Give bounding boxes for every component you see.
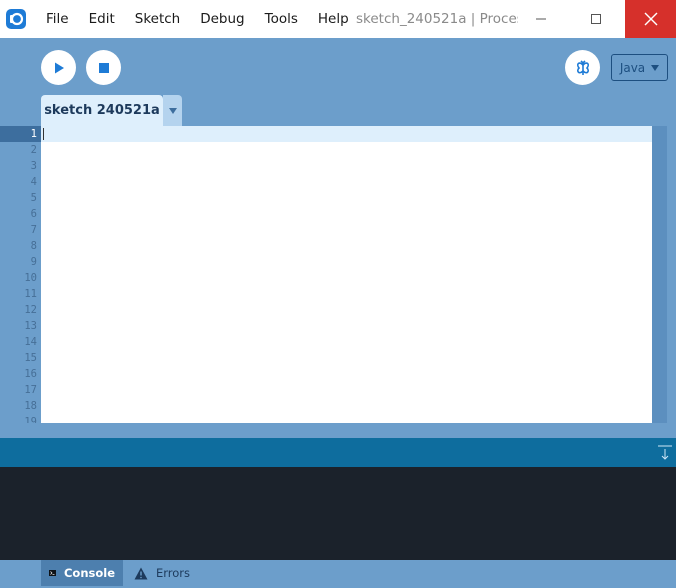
play-icon bbox=[54, 62, 64, 73]
menu-file[interactable]: File bbox=[36, 0, 79, 38]
toolbar: Java bbox=[0, 38, 676, 96]
title-bar: File Edit Sketch Debug Tools Help sketch_2405… bbox=[0, 0, 676, 38]
minimize-button[interactable] bbox=[518, 0, 564, 38]
line-number: 18 bbox=[24, 400, 37, 412]
editor-scrollbar[interactable] bbox=[652, 126, 667, 423]
line-number: 1 bbox=[0, 126, 41, 142]
menu-edit[interactable]: Edit bbox=[79, 0, 125, 38]
console-output[interactable] bbox=[0, 467, 676, 560]
line-number: 19 bbox=[24, 416, 37, 423]
current-line-highlight bbox=[41, 126, 652, 142]
line-number: 5 bbox=[30, 192, 37, 204]
butterfly-icon bbox=[576, 59, 589, 75]
line-number: 10 bbox=[24, 272, 37, 284]
status-bar bbox=[0, 438, 676, 467]
line-number: 15 bbox=[24, 352, 37, 364]
line-number: 17 bbox=[24, 384, 37, 396]
window-title: sketch_240521a | Processing bbox=[356, 11, 518, 27]
menu-bar: File Edit Sketch Debug Tools Help bbox=[36, 0, 359, 38]
menu-sketch[interactable]: Sketch bbox=[125, 0, 190, 38]
errors-tab[interactable]: Errors bbox=[126, 560, 198, 586]
console-tab[interactable]: Console bbox=[41, 560, 123, 586]
line-number: 13 bbox=[24, 320, 37, 332]
maximize-button[interactable] bbox=[573, 0, 619, 38]
line-number: 4 bbox=[30, 176, 37, 188]
arrow-down-icon bbox=[658, 445, 672, 460]
tab-sketch[interactable]: sketch 240521a bbox=[41, 95, 163, 126]
line-number-gutter: 1 2 3 4 5 6 7 8 9 10 11 12 13 14 15 16 17 18 19 bbox=[0, 126, 41, 423]
errors-tab-label: Errors bbox=[156, 566, 191, 580]
line-number: 8 bbox=[30, 240, 37, 252]
text-caret bbox=[43, 128, 44, 140]
close-icon bbox=[644, 12, 657, 26]
close-button[interactable] bbox=[625, 0, 676, 38]
chevron-down-icon bbox=[651, 64, 660, 71]
mode-select[interactable]: Java bbox=[611, 54, 668, 81]
line-number: 2 bbox=[30, 144, 37, 156]
debug-button[interactable] bbox=[565, 50, 600, 85]
tab-menu-button[interactable] bbox=[163, 95, 182, 126]
processing-logo-icon bbox=[6, 9, 26, 29]
menu-tools[interactable]: Tools bbox=[255, 0, 308, 38]
menu-debug[interactable]: Debug bbox=[190, 0, 254, 38]
run-button[interactable] bbox=[41, 50, 76, 85]
line-number: 16 bbox=[24, 368, 37, 380]
line-number: 3 bbox=[30, 160, 37, 172]
minimize-icon bbox=[536, 18, 546, 20]
line-number: 6 bbox=[30, 208, 37, 220]
stop-button[interactable] bbox=[86, 50, 121, 85]
line-number: 11 bbox=[24, 288, 37, 300]
console-scroll-lock-button[interactable] bbox=[656, 444, 674, 462]
footer-tabs: Console Errors bbox=[0, 560, 676, 588]
stop-icon bbox=[98, 62, 109, 73]
chevron-down-icon bbox=[168, 107, 177, 114]
code-editor[interactable] bbox=[41, 126, 652, 423]
terminal-icon bbox=[49, 570, 56, 576]
line-number: 14 bbox=[24, 336, 37, 348]
line-number: 9 bbox=[30, 256, 37, 268]
menu-help[interactable]: Help bbox=[308, 0, 359, 38]
line-number: 7 bbox=[30, 224, 37, 236]
warning-icon bbox=[134, 567, 148, 579]
maximize-icon bbox=[591, 14, 601, 24]
line-number: 12 bbox=[24, 304, 37, 316]
console-tab-label: Console bbox=[63, 566, 115, 580]
mode-label: Java bbox=[619, 60, 646, 75]
